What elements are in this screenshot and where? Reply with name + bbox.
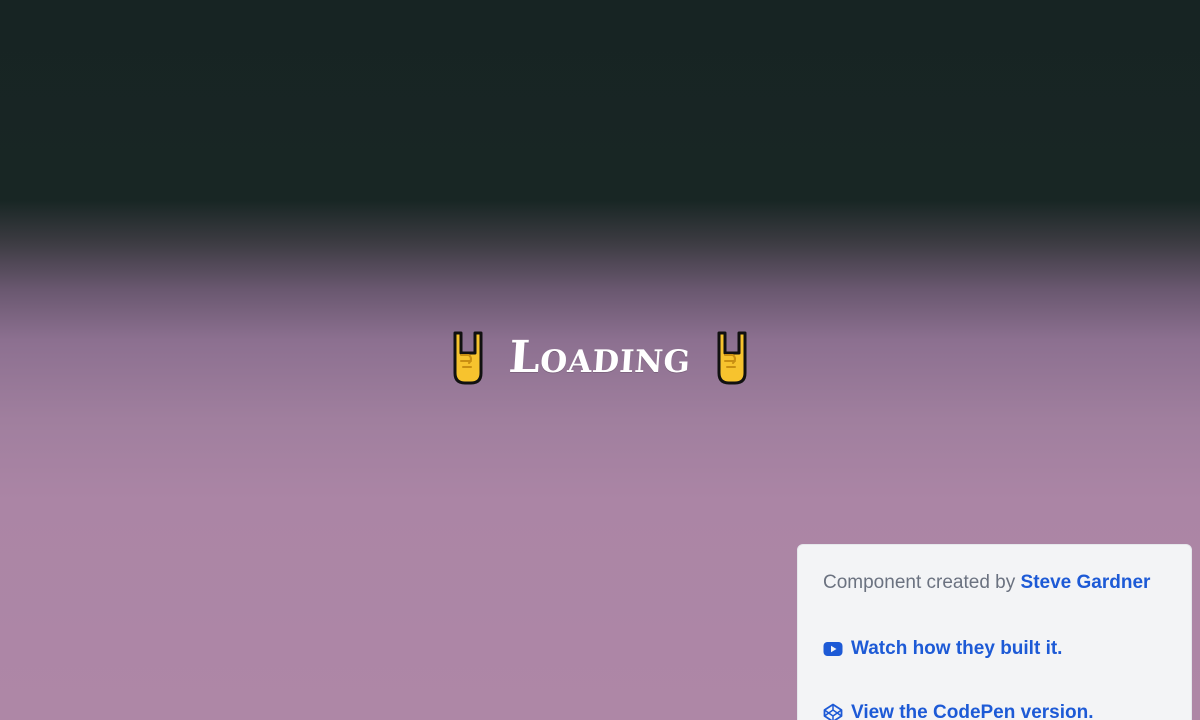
loading-text: Loading: [507, 332, 693, 383]
watch-video-label[interactable]: Watch how they built it.: [851, 637, 1062, 661]
youtube-icon: [823, 639, 843, 659]
codepen-link[interactable]: View the CodePen version.: [823, 701, 1191, 720]
sign-of-the-horns-icon: [449, 329, 487, 387]
sign-of-the-horns-icon: [713, 329, 751, 387]
codepen-icon: [823, 703, 843, 720]
author-link[interactable]: Steve Gardner: [1021, 572, 1151, 593]
watch-video-link[interactable]: Watch how they built it.: [823, 637, 1191, 661]
loading-indicator: Loading: [0, 325, 1200, 391]
credit-text: Component created by Steve Gardner: [823, 571, 1191, 595]
credit-card: Component created by Steve Gardner Watch…: [797, 544, 1192, 720]
codepen-label[interactable]: View the CodePen version.: [851, 701, 1094, 720]
credit-prefix: Component created by: [823, 572, 1016, 593]
